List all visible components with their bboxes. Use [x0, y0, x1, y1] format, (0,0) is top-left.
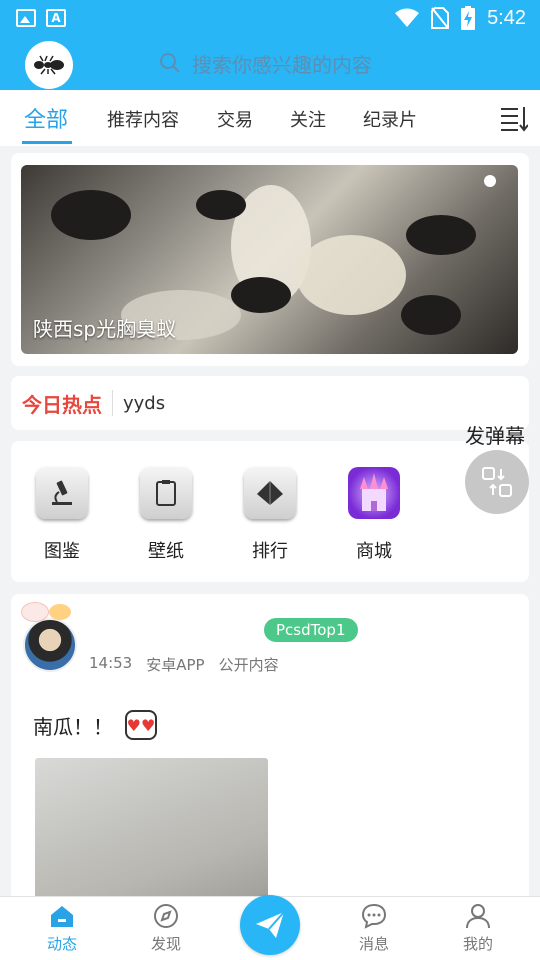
nav-label: 我的 [462, 935, 493, 953]
active-tab-indicator [22, 141, 72, 144]
post-button[interactable] [240, 895, 300, 955]
status-bar: A 5:42 [0, 0, 540, 36]
tab-documentary[interactable]: 纪录片 [363, 106, 417, 132]
feature-label: 壁纸 [148, 541, 184, 562]
search-bar[interactable]: 搜索你感兴趣的内容 [150, 42, 530, 84]
nav-label: 消息 [358, 935, 389, 953]
category-tabs: 全部 推荐内容 交易 关注 纪录片 [0, 90, 540, 146]
avatar-decoration [49, 604, 71, 620]
document-notification-icon: A [46, 9, 66, 27]
feature-label: 商城 [356, 541, 392, 562]
nav-messages[interactable]: 消息 [344, 903, 404, 954]
post-visibility: 公开内容 [218, 656, 279, 674]
home-icon [51, 906, 73, 927]
nav-discover[interactable]: 发现 [136, 903, 196, 954]
app-header: 搜索你感兴趣的内容 [0, 36, 540, 90]
feature-grid: 图鉴 壁纸 排行 商城 [11, 441, 529, 582]
banner-page-indicator [484, 175, 496, 187]
status-time: 5:42 [487, 6, 526, 29]
tab-following[interactable]: 关注 [290, 106, 326, 132]
danmaku-label: 发弹幕 [465, 424, 525, 448]
feature-ranking[interactable]: 排行 [230, 467, 310, 563]
nav-label: 发现 [150, 935, 181, 953]
chat-icon [361, 903, 387, 929]
post-card[interactable]: PcsdTop1 14:53 安卓APP 公开内容 南瓜！！ ♥♥ [11, 594, 529, 904]
danmaku-button[interactable] [465, 450, 529, 514]
nav-feed[interactable]: 动态 [32, 903, 92, 954]
hot-today-title: 今日热点 [22, 392, 102, 417]
search-icon [160, 53, 180, 73]
tab-recommended[interactable]: 推荐内容 [107, 106, 179, 132]
no-sim-icon [431, 7, 450, 29]
clipboard-icon [140, 467, 192, 519]
feature-label: 图鉴 [44, 541, 80, 562]
hot-today-card[interactable]: 今日热点 yyds [11, 376, 529, 430]
post-source: 安卓APP [146, 656, 205, 674]
post-text: 南瓜！！ [33, 714, 113, 739]
image-notification-icon [16, 9, 36, 27]
status-bar-system: 5:42 [395, 6, 526, 30]
hot-today-text: yyds [123, 392, 166, 414]
microscope-icon [36, 467, 88, 519]
paper-plane-icon [256, 911, 285, 938]
nav-label: 动态 [46, 935, 77, 953]
post-meta: 14:53 安卓APP 公开内容 [89, 654, 279, 675]
post-body: 南瓜！！ ♥♥ [33, 710, 157, 740]
user-badge: PcsdTop1 [264, 618, 358, 642]
ant-logo-icon [34, 55, 64, 75]
avatar-decoration [21, 602, 49, 622]
person-icon [466, 904, 490, 929]
banner-caption: 陕西sp光胸臭蚁 [33, 317, 177, 341]
compass-icon [154, 904, 178, 928]
tab-trade[interactable]: 交易 [217, 106, 253, 132]
castle-icon [348, 467, 400, 519]
feature-shop[interactable]: 商城 [334, 467, 414, 563]
bottom-navigation: 动态 发现 消息 我的 [0, 895, 540, 960]
divider [112, 390, 113, 416]
banner-image[interactable]: 陕西sp光胸臭蚁 [21, 165, 518, 354]
nav-profile[interactable]: 我的 [448, 903, 508, 954]
swap-grid-icon [482, 467, 512, 497]
pyramid-icon [244, 467, 296, 519]
feature-label: 排行 [252, 541, 288, 562]
search-placeholder: 搜索你感兴趣的内容 [192, 52, 372, 77]
banner-card: 陕西sp光胸臭蚁 [11, 153, 529, 366]
tab-all[interactable]: 全部 [24, 102, 68, 134]
feature-wallpaper[interactable]: 壁纸 [126, 467, 206, 563]
heart-eyes-emoji-icon: ♥♥ [125, 710, 157, 740]
post-time: 14:53 [89, 654, 133, 672]
app-logo[interactable] [25, 41, 73, 89]
feature-illustrated-guide[interactable]: 图鉴 [22, 467, 102, 563]
battery-charging-icon [461, 6, 476, 30]
post-image[interactable] [35, 758, 268, 904]
tab-menu-icon[interactable] [500, 104, 528, 132]
wifi-icon [395, 8, 420, 27]
status-bar-notifications: A [16, 9, 66, 27]
avatar[interactable] [23, 618, 77, 672]
